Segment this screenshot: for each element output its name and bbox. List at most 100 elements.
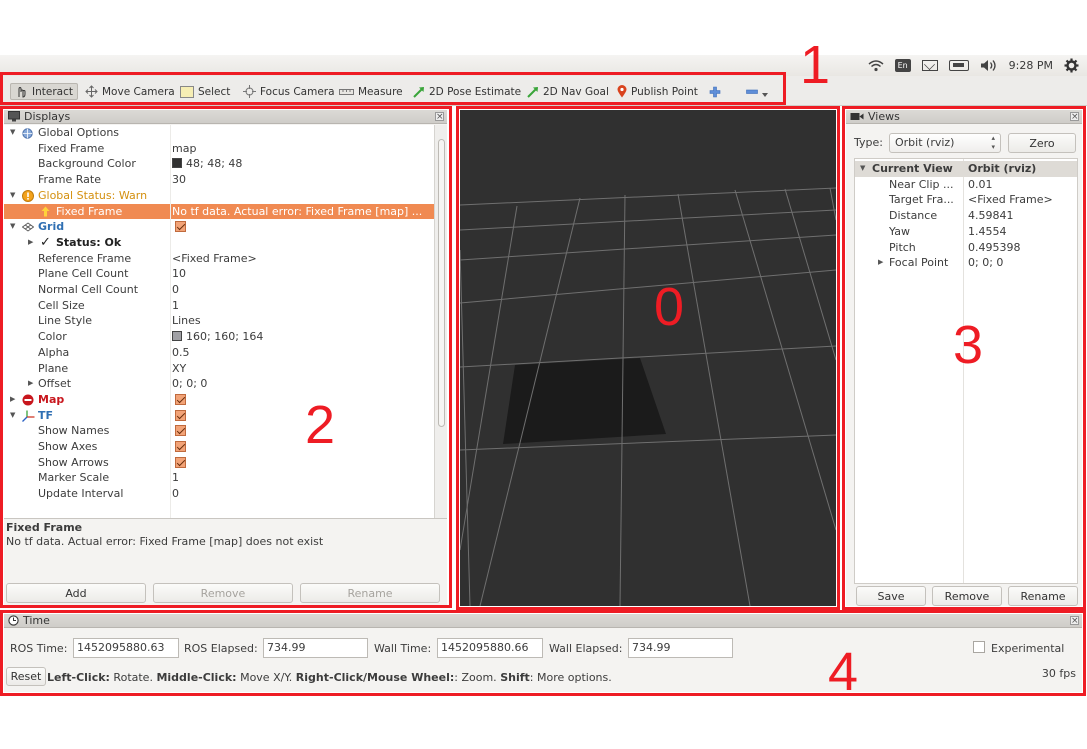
tree-value[interactable]: 0 — [172, 282, 179, 298]
ros-elapsed-field[interactable]: 734.99 — [263, 638, 368, 658]
experimental-checkbox[interactable] — [973, 641, 985, 653]
ros-time-field[interactable]: 1452095880.63 — [73, 638, 179, 658]
tree-row-color[interactable]: Color 160; 160; 164 — [4, 329, 434, 345]
tree-value-color[interactable]: 48; 48; 48 — [172, 156, 242, 172]
checkbox-checked[interactable] — [175, 409, 186, 421]
map-enabled-checkbox[interactable] — [175, 392, 186, 408]
volume-icon[interactable] — [980, 59, 998, 72]
tree-value[interactable]: XY — [172, 361, 186, 377]
tree-row-status-ok[interactable]: ▶ ✓ Status: Ok — [4, 235, 434, 251]
tree-value[interactable]: 0.495398 — [968, 240, 1021, 256]
view-type-select[interactable]: Orbit (rviz) ▴ ▾ — [889, 133, 1001, 153]
pose-estimate-tool-button[interactable]: 2D Pose Estimate — [413, 83, 521, 100]
move-camera-tool-button[interactable]: Move Camera — [85, 83, 175, 100]
expanded-arrow-icon[interactable]: ▼ — [10, 408, 15, 424]
collapsed-arrow-icon[interactable]: ▶ — [28, 376, 33, 392]
tree-value[interactable]: 0 — [172, 486, 179, 502]
remove-tool-dropdown[interactable] — [746, 83, 768, 100]
close-icon[interactable]: × — [1070, 112, 1079, 122]
rename-display-button[interactable]: Rename — [300, 583, 440, 603]
tree-value[interactable]: 4.59841 — [968, 208, 1014, 224]
interact-tool-button[interactable]: Interact — [10, 83, 78, 100]
collapsed-arrow-icon[interactable]: ▶ — [28, 235, 33, 251]
tree-row-selected-fixed-frame-error[interactable]: Fixed Frame No tf data. Actual error: Fi… — [4, 203, 434, 220]
tree-value[interactable]: 1.4554 — [968, 224, 1007, 240]
tree-row-map[interactable]: ▶ Map — [4, 392, 434, 408]
scrollbar-thumb[interactable] — [438, 139, 445, 427]
tree-row-show-names[interactable]: Show Names — [4, 423, 434, 439]
wifi-icon[interactable] — [868, 59, 884, 72]
publish-point-tool-button[interactable]: Publish Point — [617, 83, 698, 100]
tree-value[interactable]: 10 — [172, 266, 186, 282]
close-icon[interactable]: × — [435, 112, 444, 122]
zero-button[interactable]: Zero — [1008, 133, 1076, 153]
displays-scrollbar[interactable] — [434, 125, 447, 518]
tree-row-frame-rate[interactable]: Frame Rate 30 — [4, 172, 434, 188]
views-row-near-clip[interactable]: Near Clip ... 0.01 — [855, 177, 1077, 193]
checkbox-checked[interactable] — [175, 441, 186, 452]
tree-row-line-style[interactable]: Line Style Lines — [4, 313, 434, 329]
focus-camera-tool-button[interactable]: Focus Camera — [243, 83, 335, 100]
keyboard-layout-icon[interactable]: En — [894, 59, 911, 72]
checkbox-checked[interactable] — [175, 221, 186, 233]
tree-row-normal-cell-count[interactable]: Normal Cell Count 0 — [4, 282, 434, 298]
reset-button[interactable]: Reset — [6, 667, 46, 686]
rename-view-button[interactable]: Rename — [1008, 586, 1078, 606]
expanded-arrow-icon[interactable]: ▼ — [10, 188, 15, 204]
tf-enabled-checkbox[interactable] — [175, 408, 186, 424]
tree-row-alpha[interactable]: Alpha 0.5 — [4, 345, 434, 361]
views-row-yaw[interactable]: Yaw 1.4554 — [855, 224, 1077, 240]
tree-value[interactable]: 0; 0; 0 — [968, 255, 1003, 271]
wall-time-field[interactable]: 1452095880.66 — [437, 638, 543, 658]
checkbox-checked[interactable] — [175, 425, 186, 437]
wall-elapsed-field[interactable]: 734.99 — [628, 638, 733, 658]
expanded-arrow-icon[interactable]: ▼ — [10, 219, 15, 235]
tree-row-plane-cell-count[interactable]: Plane Cell Count 10 — [4, 266, 434, 282]
show-axes-checkbox[interactable] — [175, 439, 186, 455]
views-row-distance[interactable]: Distance 4.59841 — [855, 208, 1077, 224]
displays-tree[interactable]: ▼ Global Options Fixed Frame map Backgro… — [4, 125, 434, 518]
mail-icon[interactable] — [921, 60, 938, 71]
tree-value[interactable]: <Fixed Frame> — [968, 192, 1053, 208]
tree-row-grid[interactable]: ▼ Grid — [4, 219, 434, 235]
tree-row-marker-scale[interactable]: Marker Scale 1 — [4, 470, 434, 486]
measure-tool-button[interactable]: Measure — [339, 83, 403, 100]
tree-row-cell-size[interactable]: Cell Size 1 — [4, 298, 434, 314]
grid-enabled-checkbox[interactable] — [175, 219, 186, 235]
expanded-arrow-icon[interactable]: ▼ — [860, 161, 865, 177]
tree-value[interactable]: 1 — [172, 298, 179, 314]
show-names-checkbox[interactable] — [175, 423, 186, 439]
tree-row-show-axes[interactable]: Show Axes — [4, 439, 434, 455]
tree-value[interactable]: 1 — [172, 470, 179, 486]
render-viewport[interactable] — [460, 110, 836, 606]
save-view-button[interactable]: Save — [856, 586, 926, 606]
tree-row-global-status[interactable]: ▼ Global Status: Warn — [4, 188, 434, 204]
collapsed-arrow-icon[interactable]: ▶ — [878, 255, 883, 271]
show-arrows-checkbox[interactable] — [175, 455, 186, 471]
tree-row-plane[interactable]: Plane XY — [4, 361, 434, 377]
tree-row-tf[interactable]: ▼ TF — [4, 408, 434, 424]
settings-gear-icon[interactable] — [1064, 58, 1079, 73]
tree-row-update-interval[interactable]: Update Interval 0 — [4, 486, 434, 502]
tree-row-reference-frame[interactable]: Reference Frame <Fixed Frame> — [4, 251, 434, 267]
select-tool-button[interactable]: Select — [180, 83, 230, 100]
add-display-button[interactable]: Add — [6, 583, 146, 603]
tree-row-global-options[interactable]: ▼ Global Options — [4, 125, 434, 141]
views-row-focal-point[interactable]: ▶ Focal Point 0; 0; 0 — [855, 255, 1077, 271]
remove-display-button[interactable]: Remove — [153, 583, 293, 603]
tree-value[interactable]: 0.5 — [172, 345, 190, 361]
tree-value[interactable]: map — [172, 141, 196, 157]
close-icon[interactable]: × — [1070, 616, 1079, 626]
tree-row-fixed-frame[interactable]: Fixed Frame map — [4, 141, 434, 157]
views-row-pitch[interactable]: Pitch 0.495398 — [855, 240, 1077, 256]
clock[interactable]: 9:28 PM — [1009, 59, 1053, 72]
collapsed-arrow-icon[interactable]: ▶ — [10, 392, 15, 408]
checkbox-checked[interactable] — [175, 456, 186, 468]
tree-value[interactable]: 0; 0; 0 — [172, 376, 207, 392]
nav-goal-tool-button[interactable]: 2D Nav Goal — [527, 83, 609, 100]
views-row-current-view[interactable]: ▼ Current View Orbit (rviz) — [855, 161, 1077, 177]
tree-value[interactable]: 30 — [172, 172, 186, 188]
battery-icon[interactable] — [948, 60, 969, 71]
tree-value[interactable]: 0.01 — [968, 177, 993, 193]
expanded-arrow-icon[interactable]: ▼ — [10, 125, 15, 141]
